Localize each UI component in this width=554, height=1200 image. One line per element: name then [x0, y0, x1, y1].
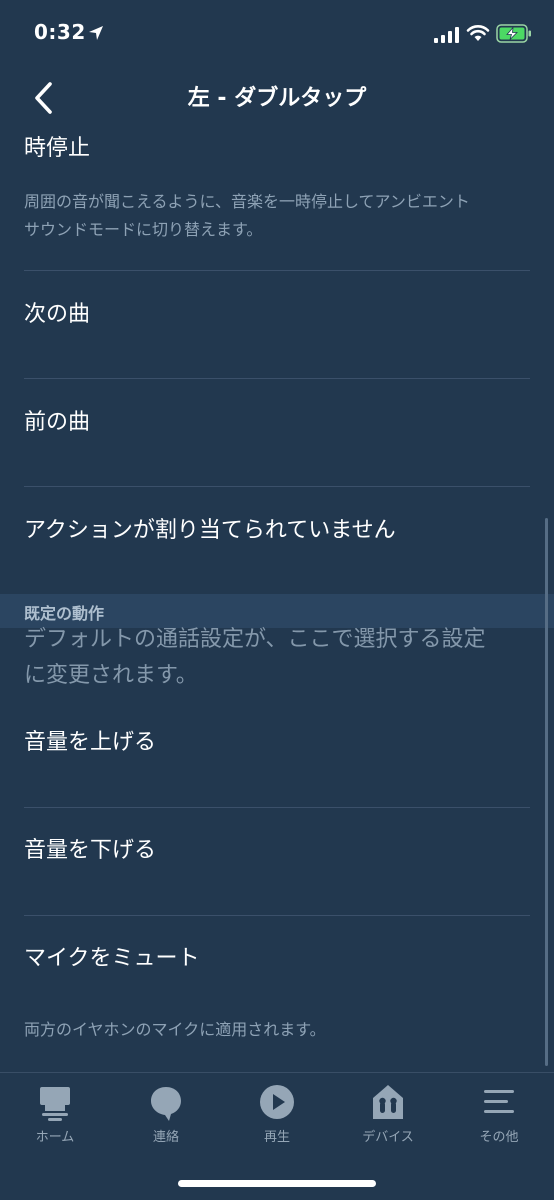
- status-bar: 0:32: [0, 0, 554, 68]
- option-next-track-label: 次の曲: [24, 302, 91, 327]
- option-pause-description-line2: サウンドモードに切り替えます。: [24, 220, 263, 239]
- wifi-icon: [466, 25, 490, 41]
- option-next-track[interactable]: 次の曲: [24, 300, 530, 330]
- divider: [24, 378, 530, 379]
- tab-play[interactable]: 再生: [222, 1083, 332, 1153]
- section-description-line1: デフォルトの通話設定が、ここで選択する設定: [24, 627, 486, 652]
- device-icon: [373, 1085, 403, 1119]
- tab-play-label: 再生: [263, 1130, 290, 1145]
- option-pause-label: 時停止: [24, 136, 91, 161]
- option-volume-up-label: 音量を上げる: [24, 730, 157, 755]
- section-description-line2: に変更されます。: [24, 663, 198, 688]
- status-time: 0:32: [34, 20, 86, 44]
- menu-icon: [484, 1090, 514, 1113]
- screen: 0:32 左 - ダブルタップ 時停止 周囲の音が聞こえるように、音楽を一時停止…: [0, 0, 554, 1200]
- scrollbar[interactable]: [545, 518, 548, 1066]
- nav-bar: 左 - ダブルタップ: [0, 68, 554, 126]
- tab-home-label: ホーム: [35, 1130, 75, 1145]
- home-indicator[interactable]: [178, 1180, 376, 1187]
- option-pause-description-line1: 周囲の音が聞こえるように、音楽を一時停止してアンビエント: [24, 192, 470, 211]
- option-volume-down-label: 音量を下げる: [24, 838, 157, 863]
- page-title: 左 - ダブルタップ: [187, 86, 367, 111]
- tab-contact-label: 連絡: [152, 1130, 179, 1145]
- option-previous-track[interactable]: 前の曲: [24, 408, 530, 438]
- divider: [24, 270, 530, 271]
- option-previous-track-label: 前の曲: [24, 410, 91, 435]
- options-list: 時停止 周囲の音が聞こえるように、音楽を一時停止してアンビエント サウンドモード…: [0, 126, 554, 1072]
- option-no-action-label: アクションが割り当てられていません: [24, 518, 396, 543]
- tab-devices-label: デバイス: [362, 1130, 414, 1145]
- section-description: デフォルトの通話設定が、ここで選択する設定 に変更されます。: [24, 622, 530, 694]
- home-icon: [40, 1087, 70, 1121]
- option-mic-mute-label: マイクをミュート: [24, 946, 200, 971]
- play-icon: [260, 1085, 294, 1119]
- location-arrow-icon: [89, 26, 103, 40]
- option-volume-up[interactable]: 音量を上げる: [24, 728, 530, 758]
- tab-contact[interactable]: 連絡: [111, 1083, 221, 1153]
- option-pause[interactable]: 時停止: [24, 134, 530, 164]
- divider: [24, 486, 530, 487]
- tab-more-label: その他: [479, 1130, 519, 1145]
- section-header-label: 既定の動作: [24, 604, 105, 623]
- option-mic-mute-description: 両方のイヤホンのマイクに適用されます。: [24, 1020, 326, 1039]
- option-pause-description: 周囲の音が聞こえるように、音楽を一時停止してアンビエント サウンドモードに切り替…: [24, 188, 530, 244]
- tab-more[interactable]: その他: [444, 1083, 554, 1153]
- option-mic-mute[interactable]: マイクをミュート: [24, 944, 530, 974]
- tab-devices[interactable]: デバイス: [333, 1083, 443, 1153]
- divider: [24, 915, 530, 916]
- cellular-signal-icon: [434, 27, 459, 43]
- battery-charging-icon: [496, 24, 531, 43]
- option-volume-down[interactable]: 音量を下げる: [24, 836, 530, 866]
- option-no-action[interactable]: アクションが割り当てられていません: [24, 516, 530, 546]
- divider: [24, 807, 530, 808]
- chat-bubble-icon: [151, 1087, 181, 1121]
- tab-home[interactable]: ホーム: [0, 1083, 110, 1153]
